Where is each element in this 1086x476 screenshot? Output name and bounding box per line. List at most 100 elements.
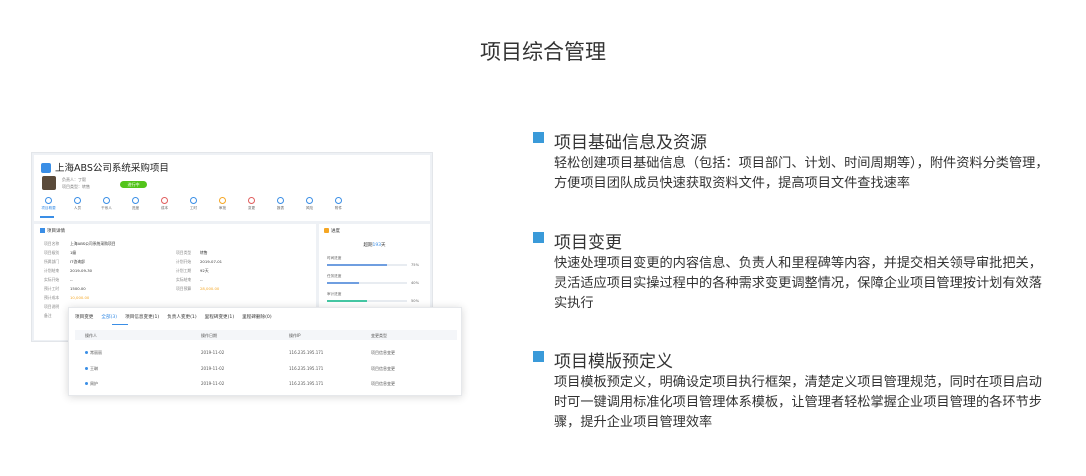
- tab-info-change[interactable]: 项目信息变更(1): [125, 314, 159, 320]
- task-progress-pct: 40%: [411, 281, 419, 285]
- project-nav: 项目概要 人员 干系人 进度 成本 工时 审批 变更 报表 风险 附件: [34, 193, 430, 217]
- field-value: 上海ABS公司系统采购项目: [70, 241, 116, 246]
- people-icon: [103, 197, 110, 204]
- feature-title: 项目基础信息及资源: [554, 133, 707, 153]
- field-label: 备注: [44, 313, 52, 318]
- ip-cell: 116.235.195.171: [289, 350, 324, 355]
- field-label: 预计成本: [44, 295, 60, 300]
- risk-icon: [306, 197, 313, 204]
- nav-item-cost[interactable]: 成本: [150, 193, 179, 217]
- field-value: IT咨询部: [70, 259, 85, 264]
- tab-active-indicator: [112, 324, 128, 326]
- tab-owner-change[interactable]: 负责人变更(1): [167, 314, 196, 320]
- detail-icon: [40, 228, 45, 233]
- budget-value: 28,000.00: [200, 286, 220, 291]
- change-history-panel: 项目变更 全部(3) 项目信息变更(1) 负责人变更(1) 里程碑变更(1) 里…: [68, 307, 462, 396]
- field-label: 项目类型: [176, 250, 192, 255]
- time-progress-pct: 75%: [411, 263, 419, 267]
- task-progress-bar: [327, 282, 407, 285]
- user-icon: [85, 382, 88, 385]
- time-progress-label: 时间进度: [327, 256, 342, 260]
- change-icon: [248, 197, 255, 204]
- field-label: 实际结束: [176, 277, 192, 282]
- column-header: 操作IP: [289, 333, 301, 338]
- tab-milestone-delete[interactable]: 里程碑删除(0): [242, 314, 271, 320]
- field-value: 1500.00: [70, 286, 86, 291]
- type-cell: 项目信息变更: [371, 381, 395, 386]
- owner-line: 负责人：丁毅: [62, 177, 86, 182]
- column-header: 操作日期: [201, 333, 217, 338]
- task-progress-label: 任务进度: [327, 274, 342, 278]
- cost-icon: [161, 197, 168, 204]
- nav-item-report[interactable]: 报表: [266, 193, 295, 217]
- column-header: 操作人: [85, 333, 97, 338]
- tab-project-change[interactable]: 项目变更: [75, 314, 93, 320]
- operator-cell: 常丽丽: [85, 350, 102, 356]
- nav-item-overview[interactable]: 项目概要: [34, 193, 63, 217]
- report-icon: [277, 197, 284, 204]
- date-cell: 2019-11-02: [201, 350, 225, 355]
- field-label: 项目说明: [44, 304, 60, 309]
- operator-cell: 周护: [85, 381, 98, 387]
- nav-item-approval[interactable]: 审批: [208, 193, 237, 217]
- cost-value: 10,000.00: [70, 295, 90, 300]
- feature-title: 项目模版预定义: [554, 352, 673, 372]
- change-tabs: 项目变更 全部(3) 项目信息变更(1) 负责人变更(1) 里程碑变更(1) 里…: [75, 314, 280, 320]
- project-title: 上海ABS公司系统采购项目: [55, 163, 169, 174]
- progress-title: 进度: [324, 228, 340, 234]
- nav-item-progress[interactable]: 进度: [121, 193, 150, 217]
- bullet-icon: [533, 132, 544, 143]
- field-label: 实际开始: [44, 277, 60, 282]
- tab-milestone-change[interactable]: 里程碑变更(1): [205, 314, 234, 320]
- field-value: --: [200, 277, 203, 282]
- overview-icon: [45, 197, 52, 204]
- type-cell: 项目信息变更: [371, 366, 395, 371]
- nav-item-changes[interactable]: 变更: [237, 193, 266, 217]
- field-value: 1级: [70, 250, 77, 255]
- field-value: 转售: [200, 250, 208, 255]
- type-cell: 项目信息变更: [371, 350, 395, 355]
- nav-item-stakeholders[interactable]: 干系人: [92, 193, 121, 217]
- field-label: 计划工期: [176, 268, 192, 273]
- bullet-icon: [533, 351, 544, 362]
- date-cell: 2019-11-02: [201, 381, 225, 386]
- field-label: 计划结束: [44, 268, 60, 273]
- feature-description: 快速处理项目变更的内容信息、负责人和里程碑等内容，并提交相关领导审批把关，灵活适…: [554, 256, 1042, 311]
- feature-project-change: 项目变更 快速处理项目变更的内容信息、负责人和里程碑等内容，并提交相关领导审批把…: [533, 228, 1053, 314]
- time-progress-bar: [327, 264, 407, 267]
- field-value: 2019-07-01: [200, 259, 223, 264]
- person-icon: [74, 197, 81, 204]
- feature-title: 项目变更: [554, 233, 622, 253]
- nav-active-indicator: [40, 216, 54, 218]
- avatar: [42, 176, 56, 190]
- feature-basic-info: 项目基础信息及资源 轻松创建项目基础信息（包括：项目部门、计划、时间周期等），附…: [533, 128, 1053, 194]
- feature-template: 项目模版预定义 项目模板预定义，明确设定项目执行框架，清楚定义项目管理规范，同时…: [533, 347, 1053, 433]
- audit-progress-pct: 50%: [411, 299, 419, 303]
- nav-item-risk[interactable]: 风险: [295, 193, 324, 217]
- field-label: 项目名称: [44, 241, 60, 246]
- overdue-text: 超期193天: [363, 243, 386, 248]
- status-badge: 进行中: [120, 181, 147, 188]
- progress-icon: [132, 197, 139, 204]
- tab-all[interactable]: 全部(3): [101, 314, 117, 320]
- nav-item-hours[interactable]: 工时: [179, 193, 208, 217]
- operator-cell: 王琳: [85, 366, 98, 372]
- field-value: 2019-09-30: [70, 268, 93, 273]
- field-value: --: [70, 277, 73, 282]
- type-line: 项目类型：转售: [62, 184, 90, 189]
- page-title: 项目综合管理: [480, 40, 606, 64]
- field-label: 项目预算: [176, 286, 192, 291]
- table-header: 操作人 操作日期 操作IP 变更类型: [75, 330, 457, 340]
- detail-title: 项目详情: [40, 228, 65, 234]
- progress-icon: [324, 228, 329, 233]
- approval-icon: [219, 197, 226, 204]
- feature-description: 轻松创建项目基础信息（包括：项目部门、计划、时间周期等），附件资料分类管理，方便…: [554, 156, 1049, 191]
- audit-progress-label: 审计进度: [327, 292, 342, 296]
- nav-item-members[interactable]: 人员: [63, 193, 92, 217]
- column-header: 变更类型: [371, 333, 387, 338]
- audit-progress-bar: [327, 300, 407, 303]
- project-icon: [41, 163, 51, 173]
- user-icon: [85, 367, 88, 370]
- feature-description: 项目模板预定义，明确设定项目执行框架，清楚定义项目管理规范，同时在项目启动时可一…: [554, 375, 1042, 430]
- nav-item-attachments[interactable]: 附件: [324, 193, 353, 217]
